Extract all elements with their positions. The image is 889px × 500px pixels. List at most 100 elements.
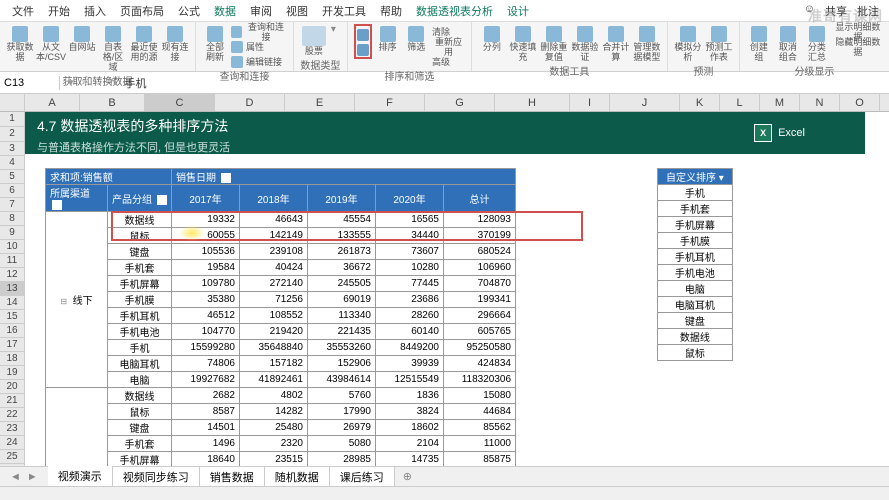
btn-validation[interactable]: 数据验证 [571, 24, 599, 63]
list-item[interactable]: 数据线 [658, 329, 733, 345]
btn-fromcsv[interactable]: 从文本/CSV [37, 24, 65, 63]
table-row[interactable]: 电脑耳机7480615718215290639939424834 [46, 356, 516, 372]
row-10[interactable]: 10 [0, 240, 25, 254]
list-item[interactable]: 手机耳机 [658, 249, 733, 265]
sheet-tab-0[interactable]: 视频演示 [48, 466, 113, 488]
btn-queries[interactable]: 查询和连接 [231, 24, 287, 38]
fx-icon[interactable]: fx [110, 77, 119, 89]
col-b[interactable]: B [80, 94, 145, 111]
col-j[interactable]: J [610, 94, 680, 111]
row-13[interactable]: 13 [0, 282, 25, 296]
row-12[interactable]: 12 [0, 268, 25, 282]
tab-home[interactable]: 开始 [48, 3, 70, 19]
sheet-nav-prev[interactable]: ◄ [10, 471, 21, 483]
table-row[interactable]: 手机膜35380712566901923686199341 [46, 292, 516, 308]
sheet-tab-1[interactable]: 视频同步练习 [113, 467, 200, 487]
col-g[interactable]: G [425, 94, 495, 111]
btn-props[interactable]: 属性 [231, 39, 287, 53]
row-18[interactable]: 18 [0, 352, 25, 366]
col-n[interactable]: N [800, 94, 840, 111]
list-item[interactable]: 手机膜 [658, 233, 733, 249]
table-row[interactable]: 鼠标6005514214913355534440370199 [46, 228, 516, 244]
fx-confirm-icon[interactable]: ✓ [95, 76, 104, 89]
tab-insert[interactable]: 插入 [84, 3, 106, 19]
btn-fromtable[interactable]: 自表格/区域 [99, 24, 127, 73]
btn-filter[interactable]: 筛选 [403, 24, 429, 53]
col-c[interactable]: C [145, 94, 215, 111]
col-f[interactable]: F [355, 94, 425, 111]
table-row[interactable]: 手机电池10477021942022143560140605765 [46, 324, 516, 340]
sheet-tab-3[interactable]: 随机数据 [265, 467, 330, 487]
list-item[interactable]: 电脑耳机 [658, 297, 733, 313]
row-2[interactable]: 2 [0, 127, 25, 142]
btn-dedup[interactable]: 删除重复值 [540, 24, 568, 63]
row-9[interactable]: 9 [0, 226, 25, 240]
list-item[interactable]: 键盘 [658, 313, 733, 329]
table-row[interactable]: 手机套149623205080210411000 [46, 436, 516, 452]
btn-managemodel[interactable]: 管理数据模型 [633, 24, 661, 63]
row-11[interactable]: 11 [0, 254, 25, 268]
btn-clear[interactable]: 清除 [432, 24, 465, 38]
list-item[interactable]: 电脑 [658, 281, 733, 297]
row-23[interactable]: 23 [0, 422, 25, 436]
sheet-tab-2[interactable]: 销售数据 [200, 467, 265, 487]
list-item[interactable]: 手机套 [658, 201, 733, 217]
btn-fromweb[interactable]: 自网站 [68, 24, 96, 53]
pivot-table[interactable]: 求和项:销售额销售日期 所属渠道 产品分组 2017年2018年2019年202… [45, 168, 516, 470]
tab-design[interactable]: 设计 [507, 3, 529, 19]
row-22[interactable]: 22 [0, 408, 25, 422]
table-row[interactable]: 键盘10553623910826187373607680524 [46, 244, 516, 260]
table-row[interactable]: 手机套19584404243667210280106960 [46, 260, 516, 276]
btn-consolidate[interactable]: 合并计算 [602, 24, 630, 63]
table-row[interactable]: 电脑19927682418924614398461412515549118320… [46, 372, 516, 388]
col-k[interactable]: K [680, 94, 720, 111]
formula-input[interactable]: 手机 [125, 75, 147, 91]
name-box[interactable]: C13 [0, 76, 60, 90]
custom-sort-table[interactable]: 自定义排序 ▾手机手机套手机屏幕手机膜手机耳机手机电池电脑电脑耳机键盘数据线鼠标 [657, 168, 733, 361]
tab-view[interactable]: 视图 [286, 3, 308, 19]
row-19[interactable]: 19 [0, 366, 25, 380]
col-l[interactable]: L [720, 94, 760, 111]
row-1[interactable]: 1 [0, 112, 25, 127]
btn-ungroup[interactable]: 取消组合 [775, 24, 801, 63]
btn-flashfill[interactable]: 快速填充 [509, 24, 537, 63]
sheet-add-button[interactable]: ⊕ [395, 470, 420, 483]
account-icon[interactable]: ☺ [804, 3, 815, 19]
row-20[interactable]: 20 [0, 380, 25, 394]
tab-help[interactable]: 帮助 [380, 3, 402, 19]
col-a[interactable]: A [25, 94, 80, 111]
btn-whatanalysis[interactable]: 模拟分析 [674, 24, 702, 63]
btn-sort-desc[interactable] [357, 42, 369, 56]
col-m[interactable]: M [760, 94, 800, 111]
btn-existing[interactable]: 现有连接 [161, 24, 189, 63]
btn-subtotal[interactable]: 分类汇总 [804, 24, 830, 63]
table-row[interactable]: ⊟ 线上数据线268248025760183615080 [46, 388, 516, 404]
btn-hidedetail[interactable]: 隐藏明细数据 [833, 39, 883, 53]
btn-showdetail[interactable]: 显示明细数据 [833, 24, 883, 38]
btn-sort[interactable]: 排序 [375, 24, 401, 53]
row-24[interactable]: 24 [0, 436, 25, 450]
table-row[interactable]: 手机15599280356488403555326084492009525058… [46, 340, 516, 356]
btn-recent[interactable]: 最近使用的源 [130, 24, 158, 63]
sheet-nav-next[interactable]: ► [27, 471, 38, 483]
table-row[interactable]: 键盘1450125480269791860285562 [46, 420, 516, 436]
btn-reapply[interactable]: 重新应用 [432, 39, 465, 53]
table-row[interactable]: 鼠标85871428217990382444684 [46, 404, 516, 420]
btn-group[interactable]: 创建组 [746, 24, 772, 63]
col-h[interactable]: H [495, 94, 570, 111]
fx-dropdown-icon[interactable]: ▾ [68, 76, 74, 89]
row-6[interactable]: 6 [0, 184, 25, 198]
btn-stocks[interactable]: 股票 [300, 24, 328, 57]
list-item[interactable]: 鼠标 [658, 345, 733, 361]
table-row[interactable]: 手机耳机4651210855211334028260296664 [46, 308, 516, 324]
row-3[interactable]: 3 [0, 142, 25, 156]
comments-button[interactable]: 批注 [857, 3, 879, 19]
tab-dev[interactable]: 开发工具 [322, 3, 366, 19]
row-21[interactable]: 21 [0, 394, 25, 408]
row-16[interactable]: 16 [0, 324, 25, 338]
row-25[interactable]: 25 [0, 450, 25, 464]
tab-pivot-analyze[interactable]: 数据透视表分析 [416, 3, 493, 19]
sheet-tab-4[interactable]: 课后练习 [330, 467, 395, 487]
btn-advanced[interactable]: 高级 [432, 54, 465, 68]
tab-data[interactable]: 数据 [214, 3, 236, 19]
